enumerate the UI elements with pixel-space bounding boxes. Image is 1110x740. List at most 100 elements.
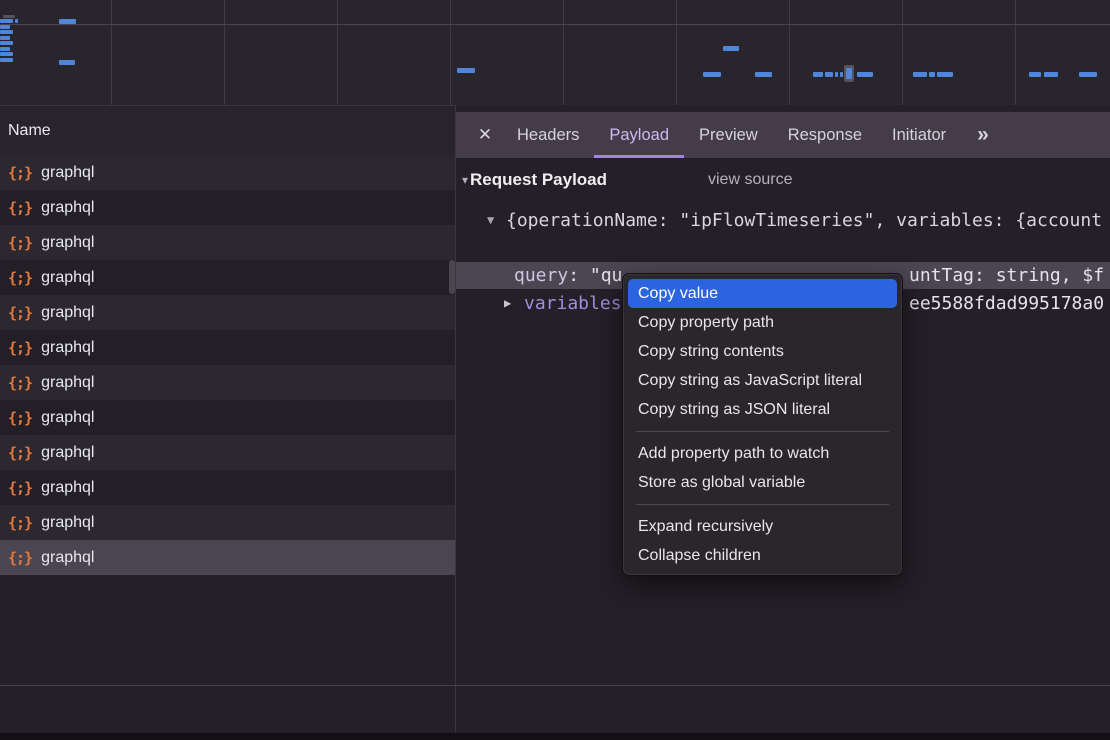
request-rows: {;}graphql{;}graphql{;}graphql{;}graphql… [0, 155, 455, 575]
json-doc-icon: {;} [0, 444, 41, 462]
details-tabbar: ✕ HeadersPayloadPreviewResponseInitiator… [456, 112, 1110, 158]
network-request-row[interactable]: {;}graphql [0, 365, 455, 400]
request-name-label: graphql [41, 444, 94, 462]
tab-preview[interactable]: Preview [684, 112, 773, 158]
payload-root-preview-row[interactable]: ▼ {operationName: "ipFlowTimeseries", va… [456, 207, 1110, 234]
menu-item-store-as-global-variable[interactable]: Store as global variable [623, 468, 902, 497]
overview-gridline [224, 0, 225, 105]
waterfall-bar [1029, 72, 1041, 77]
section-collapse-triangle-icon[interactable]: ▾ [456, 173, 470, 187]
name-column-header[interactable]: Name [0, 107, 455, 156]
waterfall-bar [0, 30, 13, 34]
query-row-left-text: query: "qu [514, 262, 622, 289]
variables-row-right-text: ee5588fdad995178a0 [909, 290, 1104, 317]
network-request-row[interactable]: {;}graphql [0, 470, 455, 505]
json-doc-icon: {;} [0, 164, 41, 182]
network-request-row[interactable]: {;}graphql [0, 260, 455, 295]
overview-horizontal-gridline [0, 24, 1110, 25]
overview-gridline [1015, 0, 1016, 105]
network-request-row[interactable]: {;}graphql [0, 435, 455, 470]
more-tabs-icon[interactable]: » [967, 112, 997, 158]
menu-item-copy-string-contents[interactable]: Copy string contents [623, 337, 902, 366]
request-name-label: graphql [41, 269, 94, 287]
overview-gridline [337, 0, 338, 105]
network-request-row[interactable]: {;}graphql [0, 400, 455, 435]
waterfall-bar [929, 72, 935, 77]
summary-bar-divider [0, 685, 1110, 686]
waterfall-bar [0, 36, 10, 40]
network-request-row[interactable]: {;}graphql [0, 540, 455, 575]
json-doc-icon: {;} [0, 479, 41, 497]
network-request-row[interactable]: {;}graphql [0, 225, 455, 260]
request-name-label: graphql [41, 549, 94, 567]
property-key: variables [524, 290, 622, 317]
tab-payload[interactable]: Payload [594, 112, 684, 158]
network-overview-strip[interactable] [0, 0, 1110, 106]
selected-request-marker-bar [846, 68, 852, 79]
section-title: Request Payload [470, 170, 607, 190]
menu-item-copy-property-path[interactable]: Copy property path [623, 308, 902, 337]
json-doc-icon: {;} [0, 269, 41, 287]
query-row-right-text: untTag: string, $f [909, 262, 1104, 289]
payload-preview-text: {operationName: "ipFlowTimeseries", vari… [506, 207, 1102, 234]
menu-item-collapse-children[interactable]: Collapse children [623, 541, 902, 570]
overview-gridline [676, 0, 677, 105]
menu-item-copy-value[interactable]: Copy value [628, 279, 897, 308]
panel-split-divider[interactable] [455, 105, 456, 740]
json-doc-icon: {;} [0, 234, 41, 252]
tab-response[interactable]: Response [773, 112, 877, 158]
waterfall-bar [0, 41, 13, 45]
view-source-link[interactable]: view source [708, 168, 792, 192]
menu-item-add-property-path-to-watch[interactable]: Add property path to watch [623, 439, 902, 468]
network-request-row[interactable]: {;}graphql [0, 155, 455, 190]
waterfall-bar [1044, 72, 1058, 77]
waterfall-bar [59, 60, 75, 65]
request-name-label: graphql [41, 164, 94, 182]
network-request-row[interactable]: {;}graphql [0, 505, 455, 540]
request-table: Name {;}graphql{;}graphql{;}graphql{;}gr… [0, 105, 455, 685]
expand-triangle-icon[interactable]: ▼ [487, 207, 494, 234]
waterfall-bar [840, 72, 843, 77]
json-doc-icon: {;} [0, 549, 41, 567]
request-name-label: graphql [41, 374, 94, 392]
menu-item-copy-string-as-javascript-literal[interactable]: Copy string as JavaScript literal [623, 366, 902, 395]
tab-initiator[interactable]: Initiator [877, 112, 961, 158]
waterfall-bar [835, 72, 838, 77]
waterfall-bar [813, 72, 823, 77]
json-doc-icon: {;} [0, 514, 41, 532]
close-details-button[interactable]: ✕ [468, 112, 502, 158]
waterfall-bar [857, 72, 873, 77]
window-bottom-edge [0, 733, 1110, 740]
waterfall-bar [457, 68, 475, 73]
overview-gridline [789, 0, 790, 105]
waterfall-bar [703, 72, 721, 77]
close-icon: ✕ [478, 125, 492, 145]
waterfall-bar [825, 72, 833, 77]
network-request-row[interactable]: {;}graphql [0, 295, 455, 330]
menu-separator [636, 504, 889, 505]
waterfall-bar [15, 19, 18, 23]
network-request-row[interactable]: {;}graphql [0, 190, 455, 225]
payload-operationname-row[interactable]: operationName: "ipFlowTimeseries" [514, 234, 937, 261]
waterfall-bar [755, 72, 772, 77]
network-request-row[interactable]: {;}graphql [0, 330, 455, 365]
waterfall-bar [723, 46, 739, 51]
json-doc-icon: {;} [0, 199, 41, 217]
waterfall-bar [0, 19, 13, 23]
request-payload-section[interactable]: ▾ Request Payload [456, 168, 607, 192]
menu-item-expand-recursively[interactable]: Expand recursively [623, 512, 902, 541]
context-menu: Copy valueCopy property pathCopy string … [622, 273, 903, 576]
menu-item-copy-string-as-json-literal[interactable]: Copy string as JSON literal [623, 395, 902, 424]
overview-gridline [563, 0, 564, 105]
json-doc-icon: {;} [0, 409, 41, 427]
menu-separator [636, 431, 889, 432]
devtools-network-panel: Name {;}graphql{;}graphql{;}graphql{;}gr… [0, 0, 1110, 740]
name-column-label: Name [0, 122, 51, 140]
request-name-label: graphql [41, 234, 94, 252]
waterfall-bar [937, 72, 953, 77]
json-doc-icon: {;} [0, 304, 41, 322]
waterfall-bar [0, 58, 13, 62]
tab-headers[interactable]: Headers [502, 112, 594, 158]
collapsed-triangle-icon[interactable]: ▶ [504, 290, 511, 317]
overview-gridline [450, 0, 451, 105]
